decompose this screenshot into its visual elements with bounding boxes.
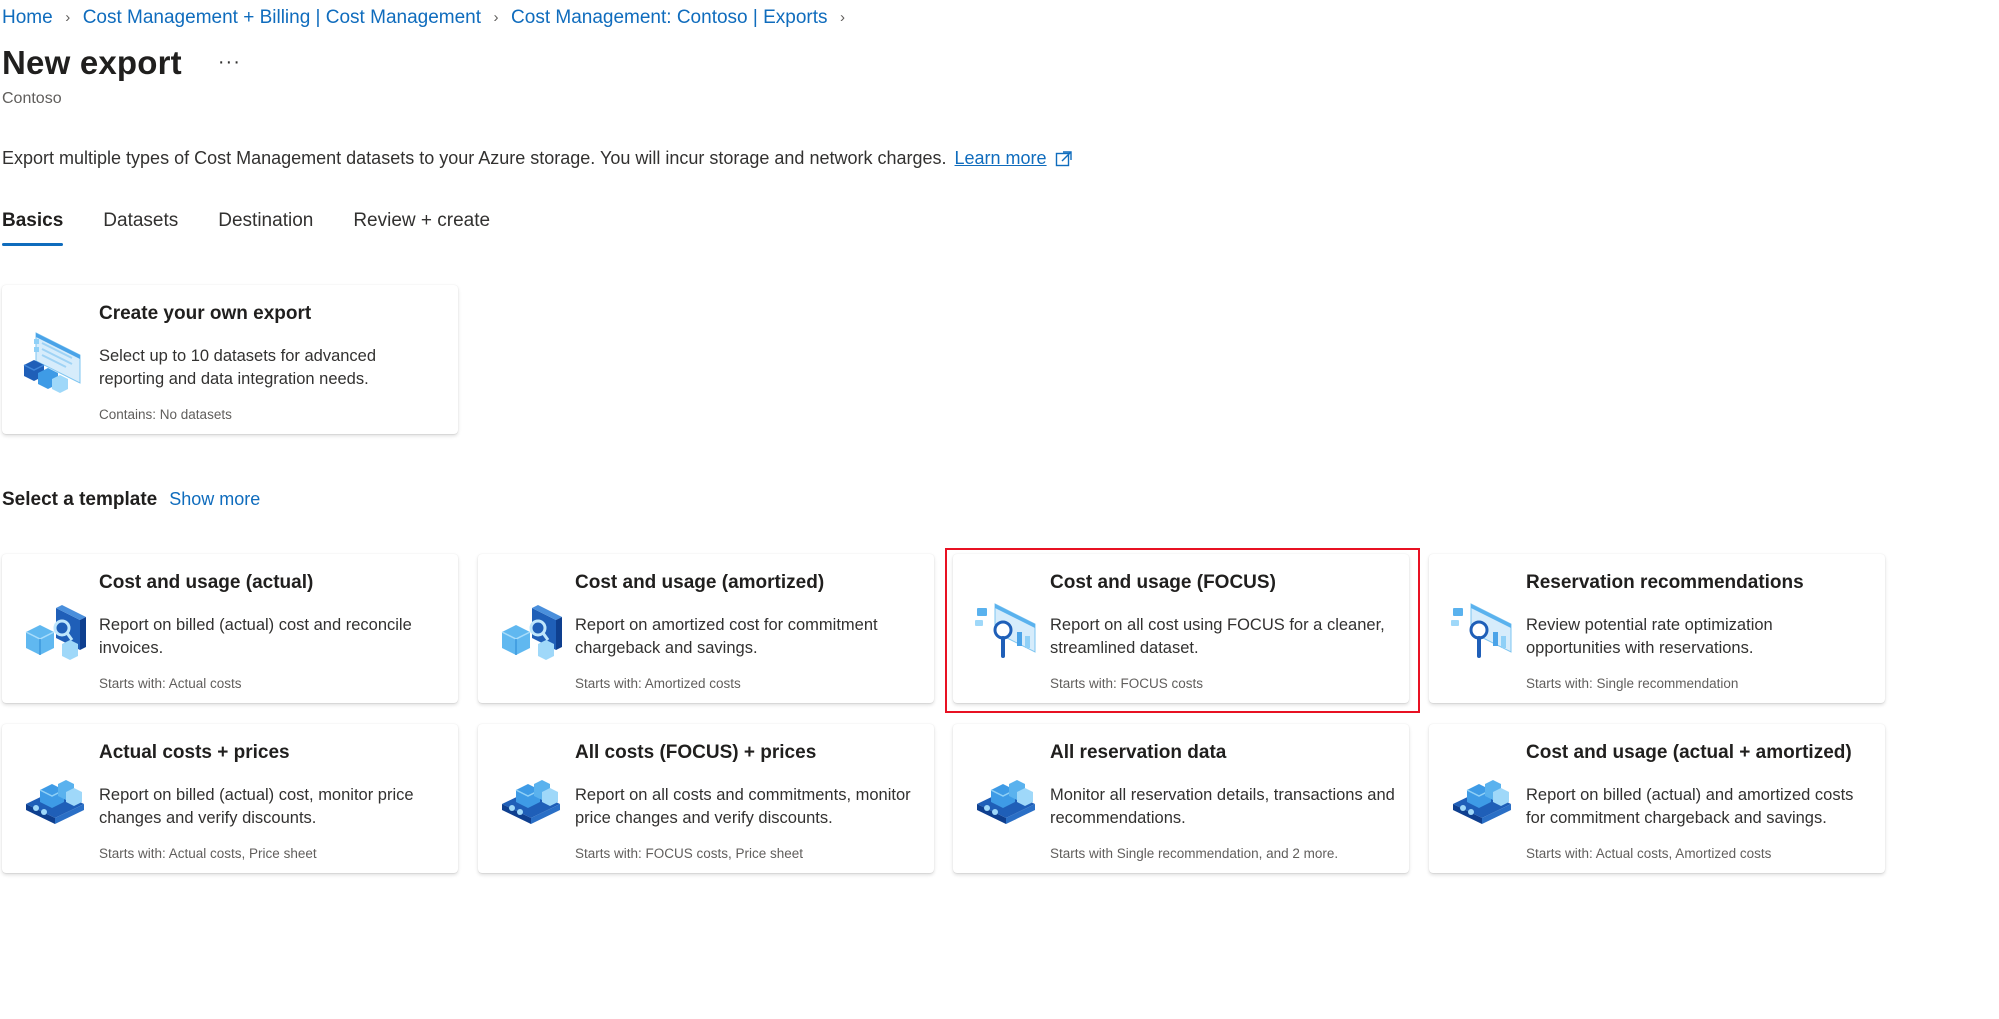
card-meta: Starts with: Amortized costs <box>575 676 741 691</box>
wizard-tabs: Basics Datasets Destination Review + cre… <box>2 210 530 246</box>
template-card-actual-costs-prices[interactable]: Actual costs + prices Report on billed (… <box>2 724 458 873</box>
breadcrumb-exports[interactable]: Cost Management: Contoso | Exports <box>511 6 827 30</box>
tab-datasets[interactable]: Datasets <box>103 210 178 246</box>
focus-chart-icon <box>973 598 1039 664</box>
chevron-right-icon: › <box>840 9 846 26</box>
card-description: Report on billed (actual) cost and recon… <box>99 616 412 657</box>
card-meta: Starts with: Actual costs <box>99 676 242 691</box>
tab-destination[interactable]: Destination <box>218 210 313 246</box>
card-meta: Starts with: Single recommendation <box>1526 676 1739 691</box>
title-row: New export ··· <box>2 44 241 82</box>
breadcrumb-home[interactable]: Home <box>2 6 53 30</box>
breadcrumb-cost-management[interactable]: Cost Management + Billing | Cost Managem… <box>83 6 481 30</box>
show-more-link[interactable]: Show more <box>169 489 260 510</box>
template-card-cost-usage-actual[interactable]: Cost and usage (actual) Report on billed… <box>2 554 458 703</box>
template-card-cost-usage-actual-amortized[interactable]: Cost and usage (actual + amortized) Repo… <box>1429 724 1885 873</box>
card-title: Actual costs + prices <box>99 742 290 763</box>
chevron-right-icon: › <box>65 9 71 26</box>
card-description: Review potential rate optimization oppor… <box>1526 616 1773 657</box>
card-meta: Contains: No datasets <box>99 407 232 422</box>
page-title: New export <box>2 44 182 81</box>
focus-chart-icon <box>1449 598 1515 664</box>
card-title: Cost and usage (actual + amortized) <box>1526 742 1852 763</box>
isometric-stack-icon <box>973 768 1039 834</box>
template-card-cost-usage-amortized[interactable]: Cost and usage (amortized) Report on amo… <box>478 554 934 703</box>
card-description: Report on billed (actual) and amortized … <box>1526 786 1854 827</box>
card-description: Select up to 10 datasets for advanced re… <box>99 347 377 388</box>
card-meta: Starts with: FOCUS costs <box>1050 676 1204 691</box>
description-text: Export multiple types of Cost Management… <box>2 148 947 168</box>
more-options-button[interactable]: ··· <box>218 51 241 74</box>
page-subtitle: Contoso <box>2 90 62 107</box>
custom-export-icon <box>22 329 88 395</box>
card-description: Report on amortized cost for commitment … <box>575 616 878 657</box>
card-title: Cost and usage (FOCUS) <box>1050 572 1276 593</box>
cost-cubes-icon <box>22 598 88 664</box>
card-meta: Starts with Single recommendation, and 2… <box>1050 846 1339 861</box>
template-card-reservation-recommendations[interactable]: Reservation recommendations Review poten… <box>1429 554 1885 703</box>
card-description: Report on all costs and commitments, mon… <box>575 786 911 827</box>
card-description: Report on billed (actual) cost, monitor … <box>99 786 414 827</box>
section-title: Select a template <box>2 489 158 510</box>
card-title: Reservation recommendations <box>1526 572 1804 593</box>
tab-basics[interactable]: Basics <box>2 210 64 246</box>
isometric-stack-icon <box>498 768 564 834</box>
isometric-stack-icon <box>22 768 88 834</box>
card-meta: Starts with: FOCUS costs, Price sheet <box>575 846 804 861</box>
card-description: Monitor all reservation details, transac… <box>1050 786 1395 827</box>
template-card-all-costs-focus-prices[interactable]: All costs (FOCUS) + prices Report on all… <box>478 724 934 873</box>
card-title: All costs (FOCUS) + prices <box>575 742 817 763</box>
tab-review-create[interactable]: Review + create <box>353 210 490 246</box>
learn-more-link[interactable]: Learn more <box>955 148 1047 169</box>
cost-cubes-icon <box>498 598 564 664</box>
card-title: Create your own export <box>99 303 312 324</box>
card-title: Cost and usage (amortized) <box>575 572 825 593</box>
template-card-all-reservation-data[interactable]: All reservation data Monitor all reserva… <box>953 724 1409 873</box>
card-meta: Starts with: Actual costs, Price sheet <box>99 846 317 861</box>
card-title: Cost and usage (actual) <box>99 572 314 593</box>
external-link-icon[interactable] <box>1055 150 1073 168</box>
page-description: Export multiple types of Cost Management… <box>2 148 1073 169</box>
template-section-header: Select a template Show more <box>2 489 260 511</box>
card-title: All reservation data <box>1050 742 1227 763</box>
isometric-stack-icon <box>1449 768 1515 834</box>
card-description: Report on all cost using FOCUS for a cle… <box>1050 616 1385 657</box>
card-meta: Starts with: Actual costs, Amortized cos… <box>1526 846 1772 861</box>
create-own-export-card[interactable]: Create your own export Select up to 10 d… <box>2 285 458 434</box>
breadcrumb: Home › Cost Management + Billing | Cost … <box>2 6 858 30</box>
chevron-right-icon: › <box>493 9 499 26</box>
template-card-cost-usage-focus[interactable]: Cost and usage (FOCUS) Report on all cos… <box>953 554 1409 703</box>
